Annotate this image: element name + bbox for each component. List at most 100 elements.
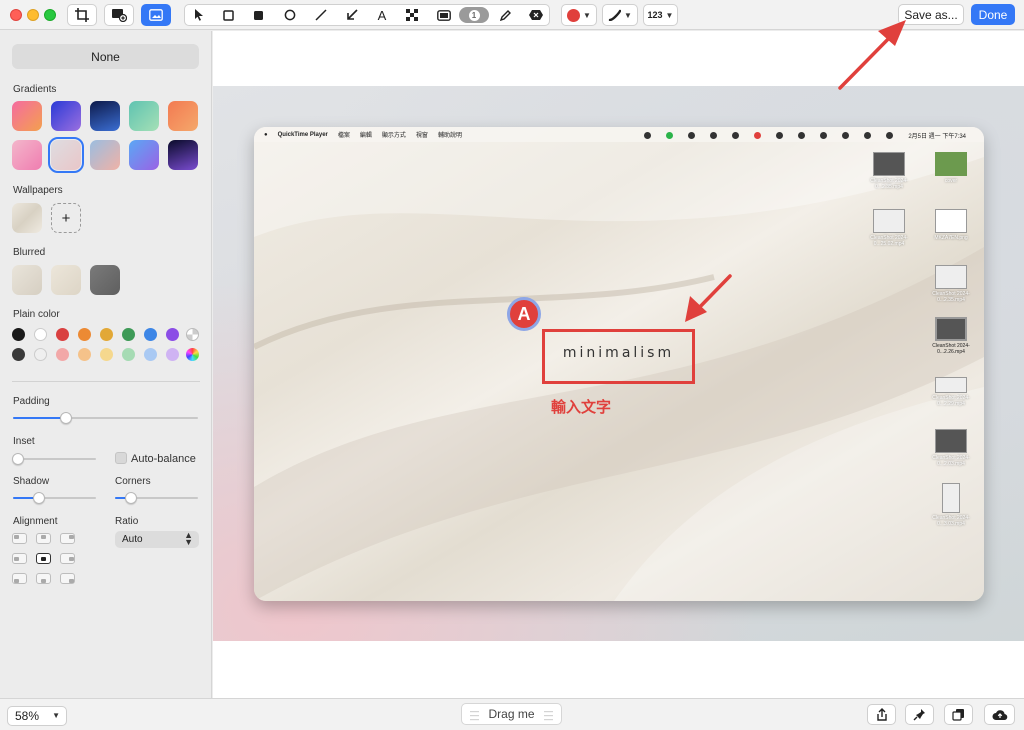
blurred-swatch[interactable] [51,265,81,295]
none-background-button[interactable]: None [12,44,199,69]
color-dot[interactable] [100,328,113,341]
gradient-swatch[interactable] [168,101,198,131]
cloud-upload-icon [992,709,1007,720]
gradient-swatch[interactable] [168,140,198,170]
align-top-right[interactable] [60,533,75,544]
corners-slider-knob[interactable] [125,492,137,504]
desktop-file-label: CleanShot 2024-0...2.26.mp4 [932,343,970,355]
color-dot[interactable] [144,348,157,361]
color-dot[interactable] [56,348,69,361]
highlight-tool[interactable] [435,7,453,23]
color-dot[interactable] [166,328,179,341]
align-bottom-left[interactable] [12,573,27,584]
color-dot[interactable] [122,348,135,361]
color-dot[interactable] [100,348,113,361]
padding-slider-knob[interactable] [60,412,72,424]
close-window-button[interactable] [10,9,22,21]
wallpapers-label: Wallpapers [13,185,63,196]
add-wallpaper-button[interactable]: + [51,203,81,233]
text-annotation[interactable]: 輸入文字 [551,396,611,417]
counter-marker-a[interactable]: A [507,297,541,331]
gradient-swatch[interactable] [90,101,120,131]
gradient-swatch[interactable] [129,140,159,170]
text-tool[interactable]: A [373,7,391,23]
color-dot[interactable] [122,328,135,341]
color-dot[interactable] [166,348,179,361]
color-dot[interactable] [12,328,25,341]
color-dot[interactable] [12,348,25,361]
stroke-width-picker[interactable]: ▼ [602,4,638,26]
align-middle-right[interactable] [60,553,75,564]
line-tool[interactable] [312,7,330,23]
zoom-window-button[interactable] [44,9,56,21]
align-middle-left[interactable] [12,553,27,564]
custom-color-dot[interactable] [186,348,199,361]
inset-slider-knob[interactable] [12,453,24,465]
pin-button[interactable] [905,704,934,725]
transparent-dot[interactable] [186,328,199,341]
select-tool[interactable] [190,7,208,23]
control-center-icon [886,132,894,139]
align-top-left[interactable] [12,533,27,544]
gradient-swatch[interactable] [12,140,42,170]
align-center[interactable] [36,553,51,564]
color-dot[interactable] [34,328,47,341]
align-top-center[interactable] [36,533,51,544]
gradient-swatch[interactable] [90,140,120,170]
shadow-slider-knob[interactable] [33,492,45,504]
minimize-window-button[interactable] [27,9,39,21]
gradient-swatch[interactable] [129,101,159,131]
cloud-upload-button[interactable] [984,704,1015,725]
rectangle-tool[interactable] [219,7,237,23]
inset-slider[interactable] [12,453,96,465]
background-tool-button[interactable] [141,4,171,26]
wallpaper-swatch[interactable] [12,203,42,233]
crop-button[interactable] [67,4,97,26]
color-dot[interactable] [56,328,69,341]
search-icon [864,132,872,139]
share-button[interactable] [867,704,896,725]
blurred-swatch[interactable] [12,265,42,295]
ratio-select[interactable]: Auto ▲ ▼ [115,531,199,548]
zoom-select[interactable]: 58% ▼ [7,706,67,726]
gradient-swatch-selected[interactable] [48,137,84,173]
color-picker[interactable]: ▼ [561,4,597,26]
drag-label: Drag me [488,707,535,721]
filled-rectangle-tool[interactable] [249,7,267,23]
pencil-tool[interactable] [497,7,515,23]
shadow-slider[interactable] [13,492,96,504]
corners-slider[interactable] [115,492,198,504]
desktop-file: CleanShot 2024-0...3.03.mp4 [922,483,980,527]
color-dot[interactable] [78,348,91,361]
drag-me-handle[interactable]: — — — Drag me — — — [461,703,562,725]
gradient-swatch[interactable] [12,101,42,131]
align-bottom-center[interactable] [36,573,51,584]
background-image-button[interactable] [104,4,134,26]
save-as-button[interactable]: Save as... [898,4,964,25]
font-size-picker[interactable]: 123 ▼ [643,4,678,26]
done-button[interactable]: Done [971,4,1015,25]
gradient-swatch[interactable] [51,101,81,131]
blur-tool[interactable] [527,7,545,23]
pixelate-tool[interactable] [403,7,421,23]
menubar-item: 顯示方式 [381,133,406,139]
apple-icon: ● [264,131,268,138]
status-icon [754,132,762,139]
counter-tool[interactable]: 1 [459,7,489,23]
align-bottom-right[interactable] [60,573,75,584]
color-dot[interactable] [34,348,47,361]
blurred-swatch[interactable] [90,265,120,295]
file-thumbnail [935,377,967,393]
padding-slider[interactable] [13,412,198,424]
desktop-file-label: CleanShot 2024-0...25.02.mp4 [870,235,908,247]
divider [12,381,200,382]
desktop-file-label: CleanShot 2024-0...2.03.mp4 [932,455,970,467]
arrow-tool[interactable] [343,7,361,23]
color-dot[interactable] [78,328,91,341]
background-sidebar: None Gradients Wallpapers + Blurred Plai… [0,31,212,698]
ellipse-tool[interactable] [281,7,299,23]
auto-balance-checkbox[interactable] [115,452,127,464]
macos-menubar: ● QuickTime Player 檔案 編輯 顯示方式 視窗 輔助說明 2月… [254,127,984,142]
color-dot[interactable] [144,328,157,341]
copy-button[interactable] [944,704,973,725]
